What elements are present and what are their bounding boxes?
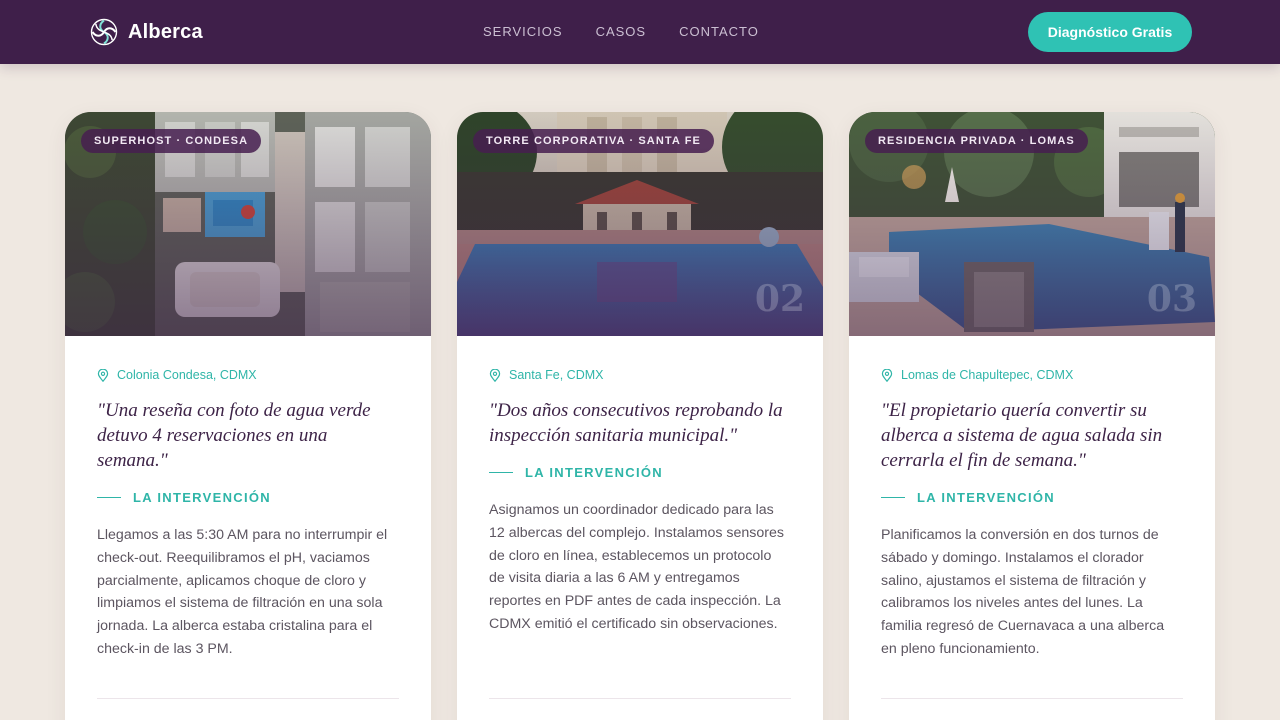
top-navbar: Alberca SERVICIOS CASOS CONTACTO Diagnós…: [0, 0, 1280, 64]
intervention-heading: LA INTERVENCIÓN: [489, 465, 791, 480]
case-quote: "Dos años consecutivos reprobando la ins…: [489, 400, 783, 446]
case-badge: RESIDENCIA PRIVADA · LOMAS: [865, 129, 1088, 153]
case-quote: "El propietario quería convertir su albe…: [881, 400, 1163, 471]
case-image-condesa: SUPERHOST · CONDESA: [65, 112, 431, 336]
intervention-heading: LA INTERVENCIÓN: [881, 490, 1183, 505]
map-pin-icon: [881, 368, 893, 382]
intervention-label: LA INTERVENCIÓN: [133, 490, 271, 505]
case-number: 02: [754, 278, 805, 320]
case-card-santa-fe: TORRE CORPORATIVA · SANTA FE 02 Santa Fe…: [457, 112, 823, 720]
card-divider: [881, 698, 1183, 699]
map-pin-icon: [97, 368, 109, 382]
case-description: Planificamos la conversión en dos turnos…: [881, 527, 1165, 657]
card-divider: [489, 698, 791, 699]
heading-rule: [881, 497, 905, 498]
intervention-heading: LA INTERVENCIÓN: [97, 490, 399, 505]
location-text: Colonia Condesa, CDMX: [117, 368, 257, 382]
card-divider: [97, 698, 399, 699]
case-quote: "Una reseña con foto de agua verde detuv…: [97, 400, 371, 471]
location: Lomas de Chapultepec, CDMX: [881, 368, 1183, 382]
case-card-condesa: SUPERHOST · CONDESA Colonia Condesa, CDM…: [65, 112, 431, 720]
case-image-lomas: RESIDENCIA PRIVADA · LOMAS 03: [849, 112, 1215, 336]
free-diagnosis-button[interactable]: Diagnóstico Gratis: [1028, 12, 1192, 52]
brand-name: Alberca: [128, 20, 203, 43]
case-card-lomas: RESIDENCIA PRIVADA · LOMAS 03 Lomas de C…: [849, 112, 1215, 720]
map-pin-icon: [489, 368, 501, 382]
heading-rule: [97, 497, 121, 498]
location-text: Lomas de Chapultepec, CDMX: [901, 368, 1074, 382]
swirl-logo-icon: [90, 18, 118, 46]
location: Colonia Condesa, CDMX: [97, 368, 399, 382]
nav-link-casos[interactable]: CASOS: [596, 24, 647, 39]
location: Santa Fe, CDMX: [489, 368, 791, 382]
brand[interactable]: Alberca: [90, 18, 203, 46]
case-badge: TORRE CORPORATIVA · SANTA FE: [473, 129, 714, 153]
case-badge: SUPERHOST · CONDESA: [81, 129, 262, 153]
location-text: Santa Fe, CDMX: [509, 368, 604, 382]
heading-rule: [489, 472, 513, 473]
intervention-label: LA INTERVENCIÓN: [917, 490, 1055, 505]
case-number: 03: [1146, 278, 1197, 320]
case-image-santa-fe: TORRE CORPORATIVA · SANTA FE 02: [457, 112, 823, 336]
case-description: Asignamos un coordinador dedicado para l…: [489, 502, 784, 632]
nav-link-contacto[interactable]: CONTACTO: [679, 24, 759, 39]
nav-link-servicios[interactable]: SERVICIOS: [483, 24, 563, 39]
nav-links: SERVICIOS CASOS CONTACTO: [483, 24, 792, 39]
intervention-label: LA INTERVENCIÓN: [525, 465, 663, 480]
case-description: Llegamos a las 5:30 AM para no interrump…: [97, 527, 388, 657]
